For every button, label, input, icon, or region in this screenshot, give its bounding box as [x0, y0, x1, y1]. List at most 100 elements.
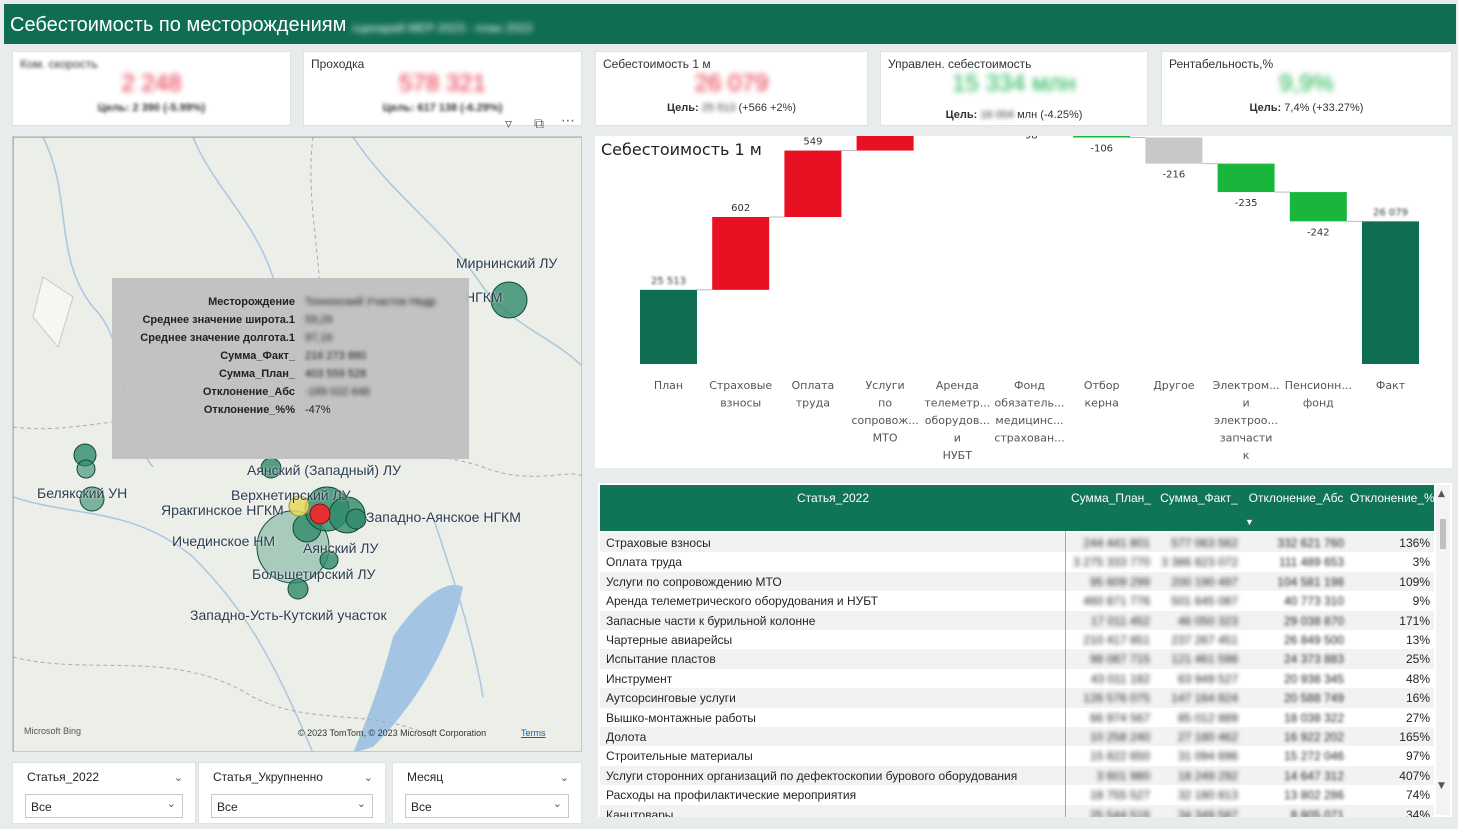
cell-plan: 17 011 452: [1090, 613, 1150, 628]
waterfall-bar[interactable]: [712, 217, 770, 290]
tooltip-row: Отклонение_Абс -189 022 648: [112, 386, 469, 404]
waterfall-bar[interactable]: [1217, 163, 1275, 193]
table-col-divider: [1065, 531, 1066, 817]
kpi-card-cost-per-meter[interactable]: Себестоимость 1 м 26 079 Цель: 25 513 (+…: [595, 51, 868, 126]
slicer-value: Все: [411, 800, 432, 814]
cell-deviation-pct: 9%: [1412, 594, 1430, 609]
cell-deviation-pct: 48%: [1405, 671, 1430, 686]
cell-deviation-abs: 16 922 202: [1283, 730, 1344, 744]
waterfall-bar[interactable]: [784, 150, 842, 217]
more-options-icon[interactable]: ⋯: [561, 113, 575, 129]
cell-deviation-abs: 40 773 310: [1283, 594, 1344, 609]
slicer-value: Все: [217, 800, 238, 814]
sort-desc-icon[interactable]: ▼: [1245, 517, 1254, 527]
map-copyright: © 2023 TomTom, © 2023 Microsoft Corporat…: [298, 728, 487, 738]
kpi-title: Рентабельность,%: [1169, 57, 1274, 71]
kpi-goal: Цель: 16 004 млн (-4.25%): [881, 109, 1147, 121]
waterfall-chart[interactable]: Себестоимость 1 м 25 513 План 602 Страховые…: [595, 136, 1452, 468]
kpi-card-profitability[interactable]: Рентабельность,% 9,9% Цель: 7,4% (+33.27…: [1161, 51, 1452, 126]
kpi-card-speed[interactable]: Ком. скорость 2 248 Цель: 2 390 (-5.99%): [12, 51, 291, 126]
table-row[interactable]: Аутсорсинговые услуги 126 576 075 147 164 …: [600, 688, 1434, 708]
focus-mode-icon[interactable]: ⧉: [534, 116, 544, 132]
table-row[interactable]: Вышко-монтажные работы 66 974 567 85 012 8…: [600, 707, 1434, 727]
cell-article: Аутсорсинговые услуги: [606, 691, 736, 706]
table-row[interactable]: Запасные части к бурильной колонне 17 011…: [600, 610, 1434, 630]
data-label: 602: [731, 203, 750, 214]
cell-fact: 32 180 813: [1177, 788, 1238, 803]
table-row[interactable]: Оплата труда 3 275 333 770 3 386 823 072 11…: [600, 552, 1434, 572]
cell-plan: 126 576 075: [1083, 691, 1150, 706]
map-terms-link[interactable]: Terms: [521, 728, 546, 738]
cell-fact: 501 645 087: [1171, 594, 1238, 609]
category-label: Пенсионн... фонд: [1285, 379, 1352, 410]
table-row[interactable]: Чартерные авиарейсы 210 417 851 237 267 45…: [600, 630, 1434, 650]
tooltip-row: Среднее значение долгота.1 97,16: [112, 332, 469, 350]
scroll-up-icon[interactable]: ▲: [1438, 489, 1445, 499]
waterfall-bar[interactable]: [1289, 192, 1347, 222]
table-row[interactable]: Страховые взносы 244 441 801 577 063 562 33…: [600, 533, 1434, 553]
goal-prefix: Цель:: [667, 102, 699, 114]
table-row[interactable]: Канцтовары 25 544 516 34 349 587 8 805 071 3…: [600, 804, 1434, 817]
col-header-deviation-abs[interactable]: Отклонение_Абс: [1244, 491, 1348, 505]
cell-plan: 210 417 851: [1083, 633, 1150, 647]
cell-deviation-abs: 24 373 883: [1283, 652, 1344, 667]
chevron-down-icon[interactable]: ⌄: [364, 771, 373, 784]
slicer-value: Все: [31, 800, 52, 814]
vertical-scrollbar[interactable]: ▲ ▼: [1436, 485, 1450, 815]
data-label: 25 513: [651, 276, 686, 287]
waterfall-bar[interactable]: [1145, 137, 1203, 164]
col-header-fact[interactable]: Сумма_Факт_: [1156, 491, 1242, 505]
col-header-article[interactable]: Статья_2022: [600, 491, 1066, 505]
cell-deviation-abs: 111 489 653: [1279, 555, 1344, 570]
category-label: Услуги по сопровож... МТО: [851, 379, 918, 445]
scroll-thumb[interactable]: [1440, 519, 1446, 549]
goal-prefix: Цель:: [945, 109, 978, 121]
table-row[interactable]: Услуги по сопровождению МТО 95 609 299 200…: [600, 571, 1434, 592]
waterfall-bar[interactable]: [1362, 221, 1419, 364]
table-row[interactable]: Услуги сторонних организаций по дефектос…: [600, 765, 1434, 786]
filter-icon[interactable]: ▿: [505, 116, 512, 132]
waterfall-bar[interactable]: [1073, 136, 1131, 138]
chevron-down-icon[interactable]: ⌄: [174, 771, 183, 784]
cell-fact: 46 050 323: [1177, 613, 1238, 628]
chevron-down-icon[interactable]: ⌄: [167, 797, 176, 810]
field-map[interactable]: Мирнинский ЛУ Белякский УН Аянский (Запа…: [12, 136, 582, 752]
cell-deviation-abs: 104 581 198: [1277, 574, 1344, 589]
scroll-down-icon[interactable]: ▼: [1438, 781, 1445, 791]
table-row[interactable]: Испытание пластов 98 087 715 121 461 598 24…: [600, 649, 1434, 669]
cell-article: Инструмент: [606, 671, 673, 686]
col-header-deviation-pct[interactable]: Отклонение_%%: [1350, 491, 1445, 505]
slicer-article-grouped[interactable]: Статья_Укрупненно ⌄ Все ⌄: [198, 762, 386, 824]
cell-plan: 18 755 527: [1089, 788, 1150, 803]
table-row[interactable]: Инструмент 43 011 182 63 949 527 20 938 345…: [600, 668, 1434, 689]
cell-plan: 43 011 182: [1090, 671, 1150, 686]
slicer-dropdown[interactable]: Все ⌄: [25, 794, 183, 818]
col-header-plan[interactable]: Сумма_План_: [1068, 491, 1154, 505]
slicer-month[interactable]: Месяц ⌄ Все ⌄: [392, 762, 582, 824]
slicer-dropdown[interactable]: Все ⌄: [405, 794, 569, 818]
cost-table[interactable]: Статья_2022 Сумма_План_ Сумма_Факт_ Откл…: [598, 483, 1452, 817]
chevron-down-icon[interactable]: ⌄: [560, 771, 569, 784]
table-row[interactable]: Расходы на профилактические мероприятия 1…: [600, 785, 1434, 805]
table-row[interactable]: Аренда телеметрического оборудования и Н…: [600, 591, 1434, 611]
map-label: Верхнетирский ЛУ: [231, 487, 351, 503]
tooltip-row: Месторождение Тоннохский Участок Недр: [112, 296, 469, 314]
slicer-dropdown[interactable]: Все ⌄: [211, 794, 373, 818]
table-row[interactable]: Долота 10 258 240 27 180 462 16 922 202 165%: [600, 727, 1434, 747]
tooltip-value: 403 559 528: [305, 368, 367, 380]
table-row[interactable]: Строительные материалы 15 822 650 31 094 6…: [600, 746, 1434, 766]
cell-plan: 66 974 567: [1089, 710, 1150, 725]
data-label: -216: [1163, 170, 1186, 181]
goal-visible: млн (-4.25%): [1017, 109, 1083, 121]
map-label: Ичединское НМ: [172, 533, 276, 549]
chevron-down-icon[interactable]: ⌄: [357, 797, 366, 810]
chevron-down-icon[interactable]: ⌄: [553, 797, 562, 810]
kpi-card-management-cost[interactable]: Управлен. себестоимость 15 334 млн Цель:…: [880, 51, 1148, 126]
waterfall-bar[interactable]: [640, 289, 697, 364]
tooltip-key: Месторождение: [208, 296, 295, 308]
slicer-article-2022[interactable]: Статья_2022 ⌄ Все ⌄: [12, 762, 196, 824]
tooltip-value: -47%: [305, 404, 331, 416]
kpi-card-footage[interactable]: Проходка 578 321 Цель: 617 138 (-6.29%): [303, 51, 582, 126]
cell-fact: 237 267 451: [1171, 633, 1238, 647]
waterfall-bar[interactable]: [856, 136, 914, 151]
